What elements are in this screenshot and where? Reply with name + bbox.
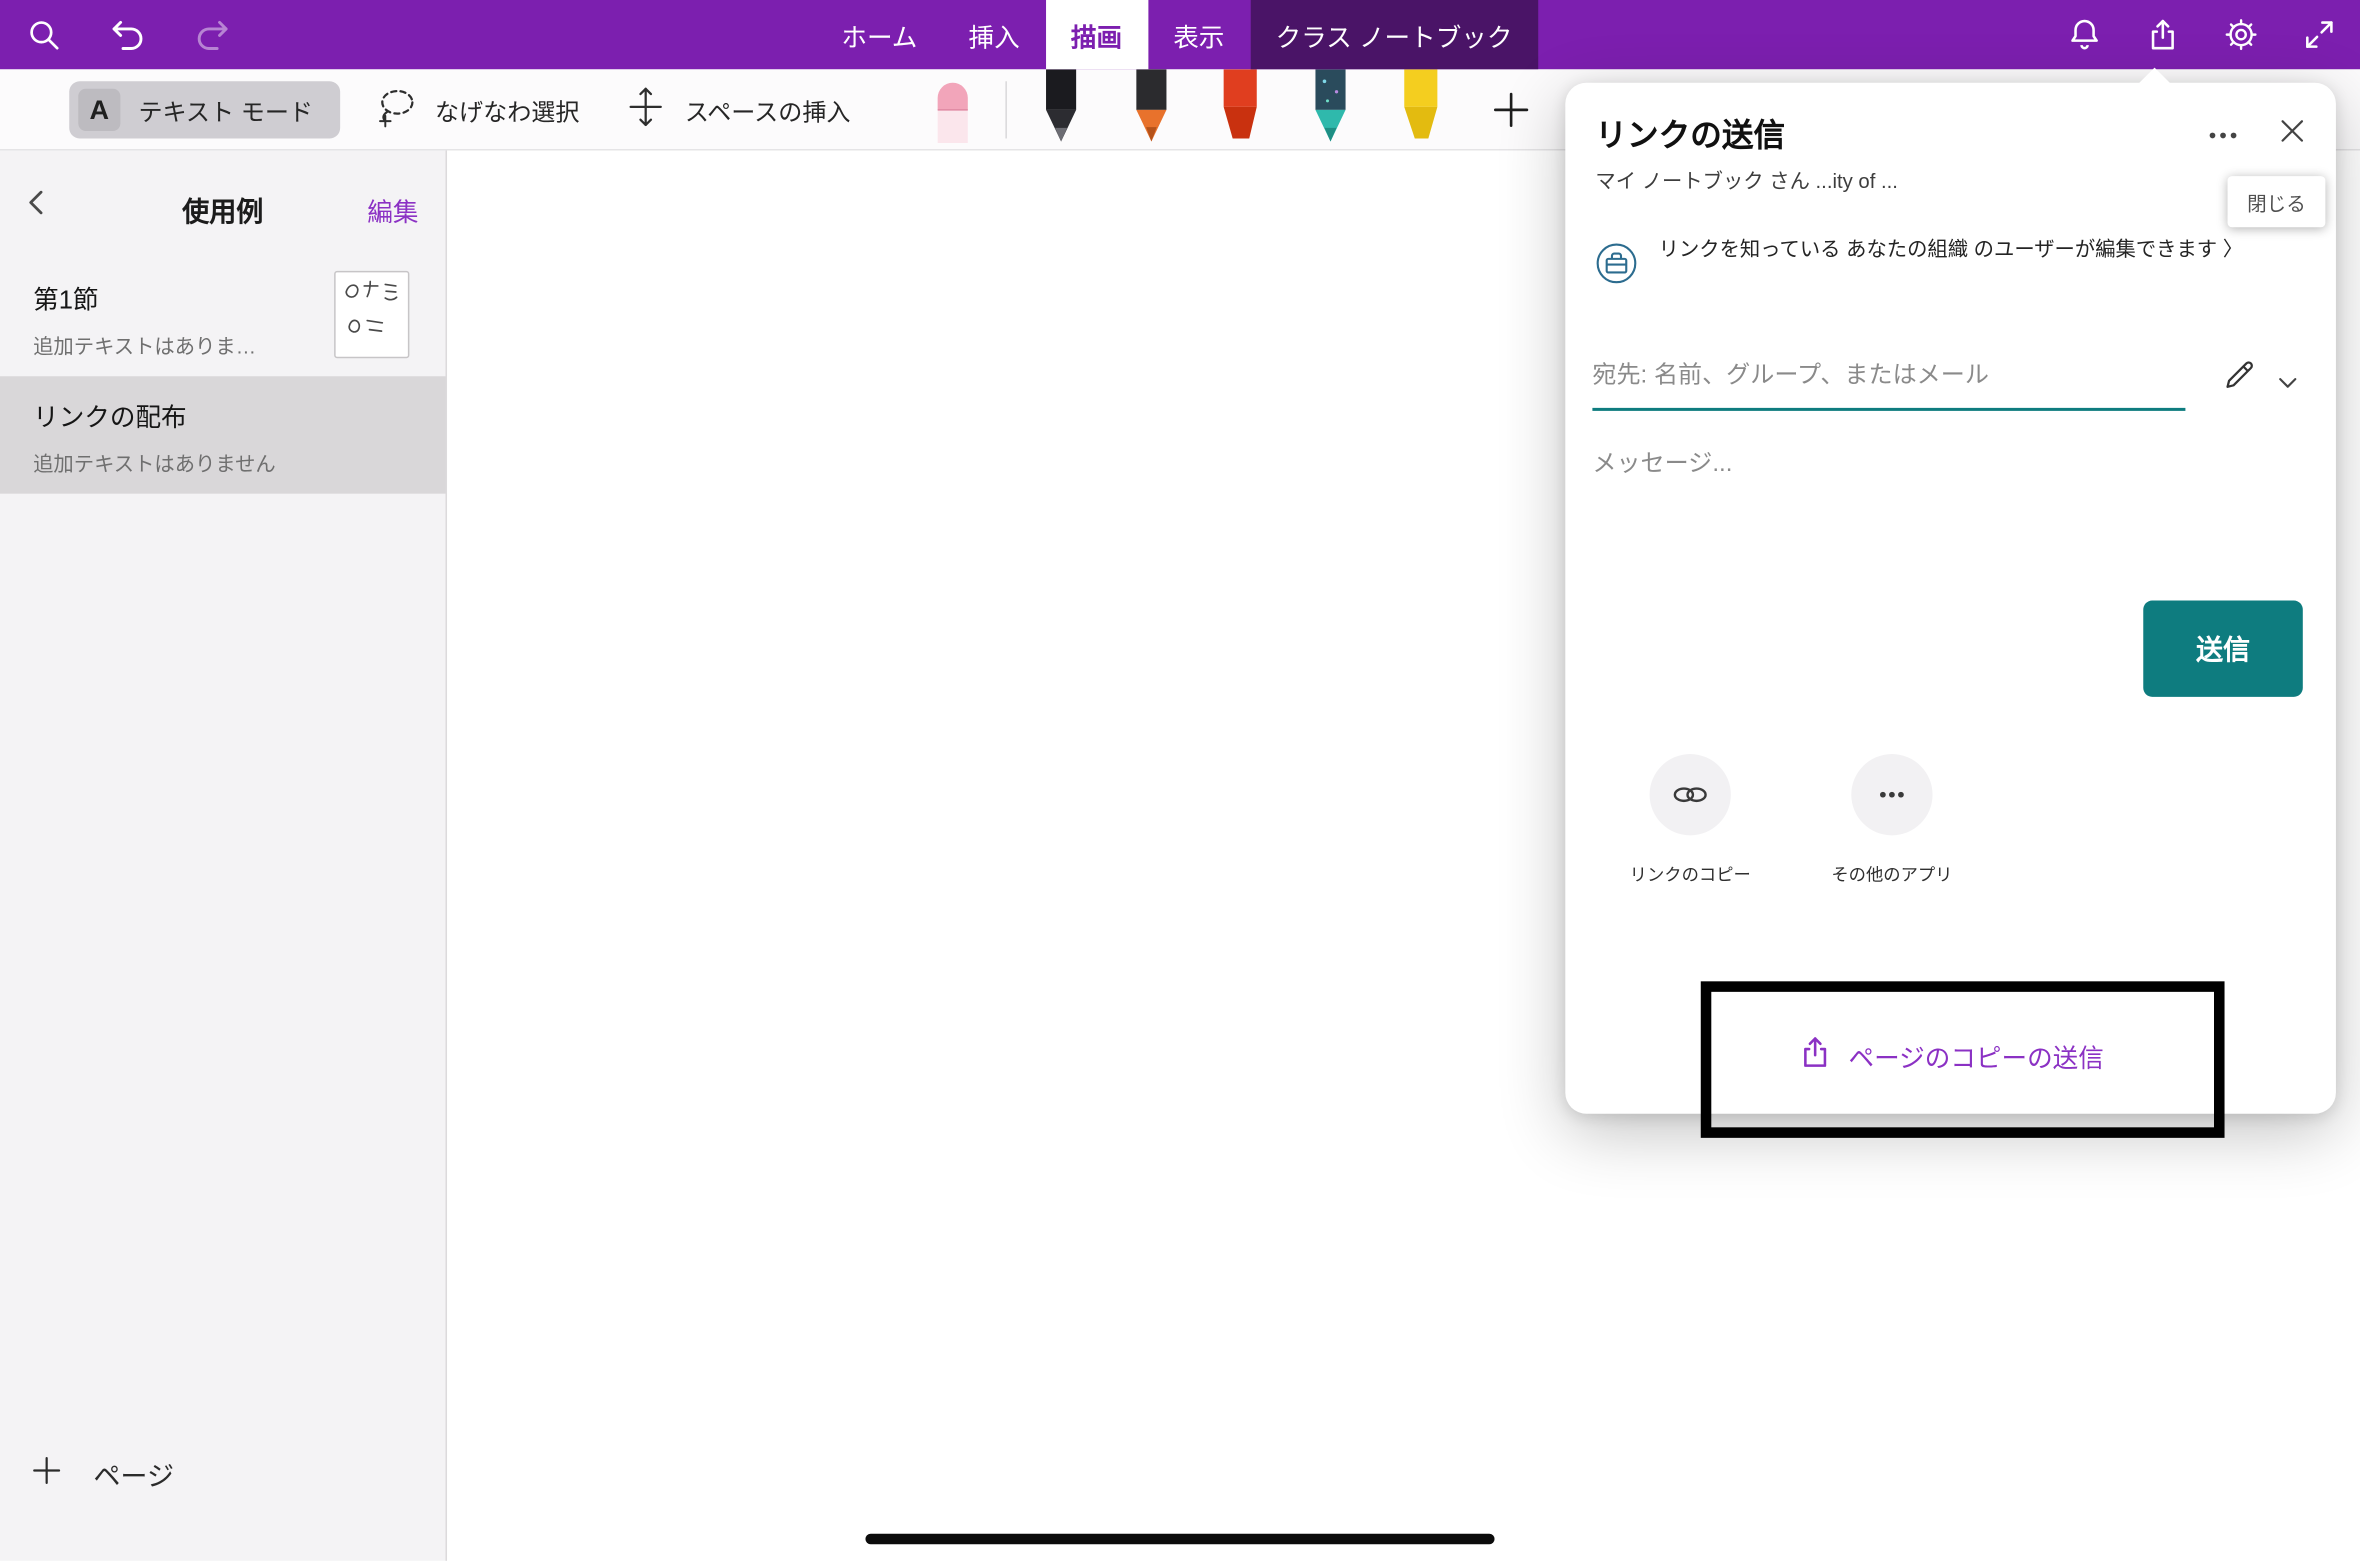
topbar-right-actions: [2062, 0, 2342, 69]
toolbar-divider: [1005, 81, 1007, 138]
more-options-icon[interactable]: [2205, 117, 2241, 161]
marker-red-tool[interactable]: [1215, 69, 1266, 152]
plus-icon: [30, 1454, 63, 1495]
undo-icon[interactable]: [105, 12, 150, 57]
tab-insert[interactable]: 挿入: [943, 0, 1045, 69]
eraser-tool[interactable]: [927, 77, 978, 151]
tab-draw[interactable]: 描画: [1045, 0, 1147, 69]
pen-teal-tool[interactable]: [1305, 69, 1356, 152]
send-page-copy-button[interactable]: ページのコピーの送信: [1565, 1034, 2336, 1078]
topbar-left-actions: [21, 0, 235, 69]
top-app-bar: ホーム 挿入 描画 表示 クラス ノートブック: [0, 0, 2360, 69]
lasso-select-button[interactable]: なげなわ選択: [373, 84, 579, 135]
pen-orange-tool[interactable]: [1126, 69, 1177, 152]
text-mode-a-icon: A: [78, 89, 120, 131]
message-input[interactable]: [1592, 452, 2239, 479]
notebook-subtitle: マイ ノートブック さん ...ity of ...: [1595, 164, 1898, 194]
tab-home[interactable]: ホーム: [816, 0, 943, 69]
ribbon-tabs: ホーム 挿入 描画 表示 クラス ノートブック: [816, 0, 1538, 69]
edit-pages-button[interactable]: 編集: [367, 191, 418, 229]
tab-class-notebook[interactable]: クラス ノートブック: [1250, 0, 1538, 69]
insert-space-label: スペースの挿入: [685, 92, 851, 128]
page-thumbnail: [334, 271, 409, 358]
app-window: ホーム 挿入 描画 表示 クラス ノートブック A テキスト モード: [0, 0, 2360, 1561]
redo-icon[interactable]: [190, 12, 235, 57]
home-indicator-bar[interactable]: [865, 1534, 1494, 1545]
permission-description: リンクを知っている あなたの組織 のユーザーが編集できます 〉: [1659, 235, 2255, 295]
ellipsis-icon: [1851, 754, 1932, 835]
copy-link-button[interactable]: リンクのコピー: [1600, 754, 1781, 886]
close-icon[interactable]: [2276, 114, 2309, 155]
search-icon[interactable]: [21, 12, 66, 57]
link-icon: [1650, 754, 1731, 835]
notifications-bell-icon[interactable]: [2062, 12, 2107, 57]
dialog-title: リンクの送信: [1595, 111, 1785, 156]
fullscreen-expand-icon[interactable]: [2297, 12, 2342, 57]
text-mode-label: テキスト モード: [138, 92, 313, 128]
recipient-input[interactable]: [1592, 354, 2185, 411]
add-pen-plus-icon[interactable]: [1490, 89, 1532, 139]
organization-briefcase-icon: [1592, 239, 1640, 295]
insert-space-button[interactable]: スペースの挿入: [623, 84, 850, 135]
sidebar-header: 使用例 編集: [0, 151, 446, 259]
send-link-dialog: リンクの送信 マイ ノートブック さん ...ity of ... リンクを知っ…: [1565, 83, 2336, 1114]
highlighter-yellow-tool[interactable]: [1395, 69, 1446, 152]
share-up-icon: [1797, 1034, 1833, 1078]
send-button[interactable]: 送信: [2143, 601, 2303, 697]
insert-space-icon: [623, 84, 668, 137]
tab-view[interactable]: 表示: [1148, 0, 1250, 69]
page-item-title: 第1節: [33, 278, 325, 316]
page-list-item-selected[interactable]: リンクの配布 追加テキストはありません: [0, 376, 446, 493]
chevron-down-icon[interactable]: [2273, 367, 2303, 405]
add-page-label: ページ: [93, 1455, 174, 1494]
page-item-title: リンクの配布: [33, 396, 325, 434]
send-page-copy-label: ページのコピーの送信: [1848, 1037, 2103, 1075]
pen-black-tool[interactable]: [1036, 69, 1087, 152]
other-apps-button[interactable]: その他のアプリ: [1802, 754, 1983, 886]
lasso-icon: [373, 84, 418, 137]
page-list-item[interactable]: 第1節 追加テキストはありま…: [0, 259, 446, 376]
copy-link-label: リンクのコピー: [1600, 862, 1781, 886]
add-page-button[interactable]: ページ: [30, 1454, 174, 1495]
link-permission-row[interactable]: リンクを知っている あなたの組織 のユーザーが編集できます 〉: [1592, 235, 2284, 295]
recipient-row: [1592, 354, 2311, 426]
close-tooltip: 閉じる: [2228, 176, 2326, 227]
page-item-subtitle: 追加テキストはありま…: [33, 330, 325, 360]
chevron-right-icon: 〉: [2223, 238, 2243, 261]
lasso-label: なげなわ選択: [435, 92, 580, 128]
other-apps-label: その他のアプリ: [1802, 862, 1983, 886]
text-mode-button[interactable]: A テキスト モード: [69, 81, 340, 138]
edit-permission-pencil-icon[interactable]: [2222, 357, 2258, 401]
page-list-sidebar: 使用例 編集 第1節 追加テキストはありま… リンクの配布 追加テキストはありま…: [0, 151, 447, 1561]
page-item-subtitle: 追加テキストはありません: [33, 447, 325, 477]
share-icon[interactable]: [2140, 12, 2185, 57]
settings-gear-icon[interactable]: [2219, 12, 2264, 57]
